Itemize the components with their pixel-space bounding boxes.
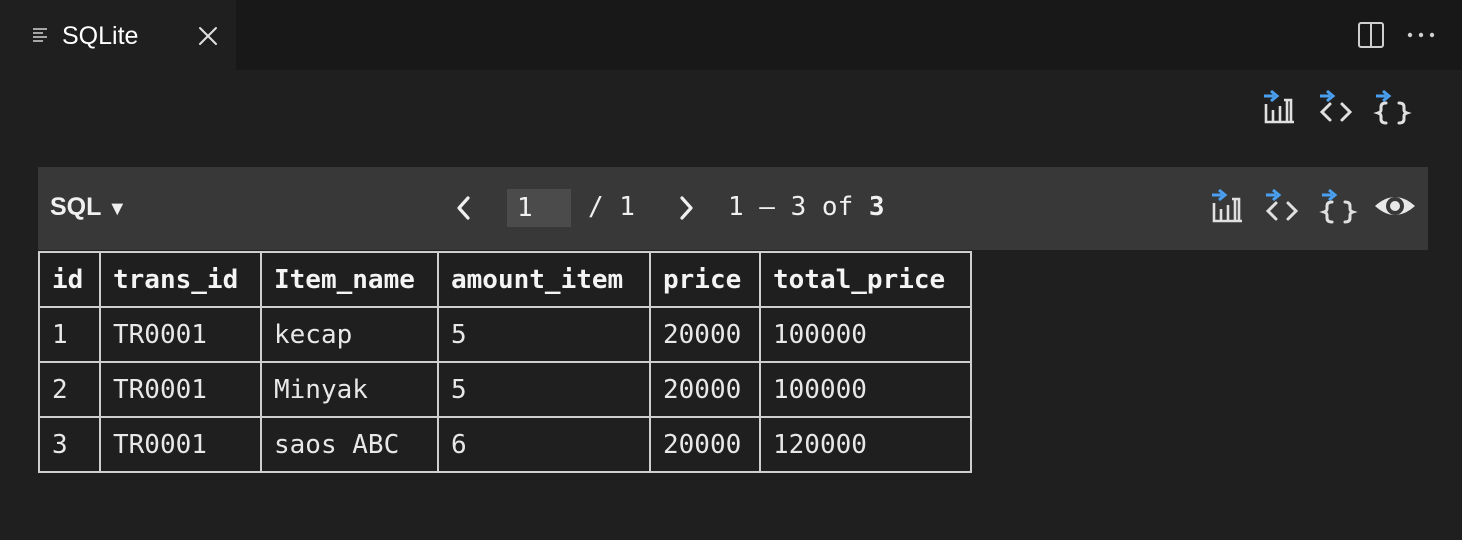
table-cell: TR0001 [99, 306, 262, 363]
results-actions [1206, 185, 1421, 229]
export-toolbar [1258, 86, 1418, 130]
column-header[interactable]: price [649, 251, 761, 308]
tab-sqlite[interactable]: SQLite [0, 0, 236, 70]
table-cell: 6 [437, 416, 651, 473]
table-header-row: id trans_id Item_name amount_item price … [38, 251, 972, 308]
table-cell: 3 [38, 416, 101, 473]
chevron-left-icon[interactable] [452, 193, 476, 223]
table-cell: 5 [437, 361, 651, 418]
page-total: / 1 [588, 192, 635, 222]
table-cell: 100000 [759, 361, 972, 418]
table-cell: 100000 [759, 306, 972, 363]
table-cell: 20000 [649, 306, 761, 363]
table-cell: Minyak [260, 361, 439, 418]
row-total-count: 3 [868, 192, 885, 222]
export-html-icon[interactable] [1316, 86, 1356, 128]
export-json-icon[interactable] [1372, 86, 1412, 128]
table-cell: 20000 [649, 416, 761, 473]
row-range-text: 1 – 3 of [728, 192, 854, 222]
table-cell: 5 [437, 306, 651, 363]
table-cell: kecap [260, 306, 439, 363]
export-json-icon[interactable] [1318, 185, 1358, 227]
results-table: id trans_id Item_name amount_item price … [38, 251, 972, 473]
table-cell: 2 [38, 361, 101, 418]
table-cell: TR0001 [99, 416, 262, 473]
preview-lines-icon [32, 27, 50, 45]
more-actions-icon[interactable] [1406, 22, 1436, 48]
tab-title: SQLite [62, 22, 139, 50]
table-cell: 20000 [649, 361, 761, 418]
chevron-right-icon[interactable] [674, 193, 698, 223]
table-row: 3 TR0001 saos ABC 6 20000 120000 [38, 416, 972, 473]
column-header[interactable]: total_price [759, 251, 972, 308]
export-html-icon[interactable] [1262, 185, 1302, 227]
table-cell: 1 [38, 306, 101, 363]
table-row: 1 TR0001 kecap 5 20000 100000 [38, 306, 972, 363]
eye-icon[interactable] [1372, 185, 1418, 227]
column-header[interactable]: id [38, 251, 101, 308]
results-toolbar: SQL▼ / 1 1 – 3 of 3 [38, 167, 1428, 250]
column-header[interactable]: amount_item [437, 251, 651, 308]
column-header[interactable]: Item_name [260, 251, 439, 308]
split-editor-icon[interactable] [1357, 21, 1385, 49]
page-number-input[interactable] [507, 189, 571, 227]
table-cell: saos ABC [260, 416, 439, 473]
close-icon[interactable] [196, 24, 220, 48]
row-range: 1 – 3 of 3 [728, 192, 885, 222]
sql-dropdown[interactable]: SQL ▼ [50, 191, 127, 225]
export-csv-icon[interactable] [1258, 86, 1298, 128]
caret-down-icon: ▼ [107, 198, 128, 220]
table-row: 2 TR0001 Minyak 5 20000 100000 [38, 361, 972, 418]
column-header[interactable]: trans_id [99, 251, 262, 308]
table-cell: 120000 [759, 416, 972, 473]
sql-dropdown-label: SQL [50, 193, 102, 221]
export-csv-icon[interactable] [1206, 185, 1246, 227]
table-cell: TR0001 [99, 361, 262, 418]
tab-bar: SQLite [0, 0, 1462, 70]
